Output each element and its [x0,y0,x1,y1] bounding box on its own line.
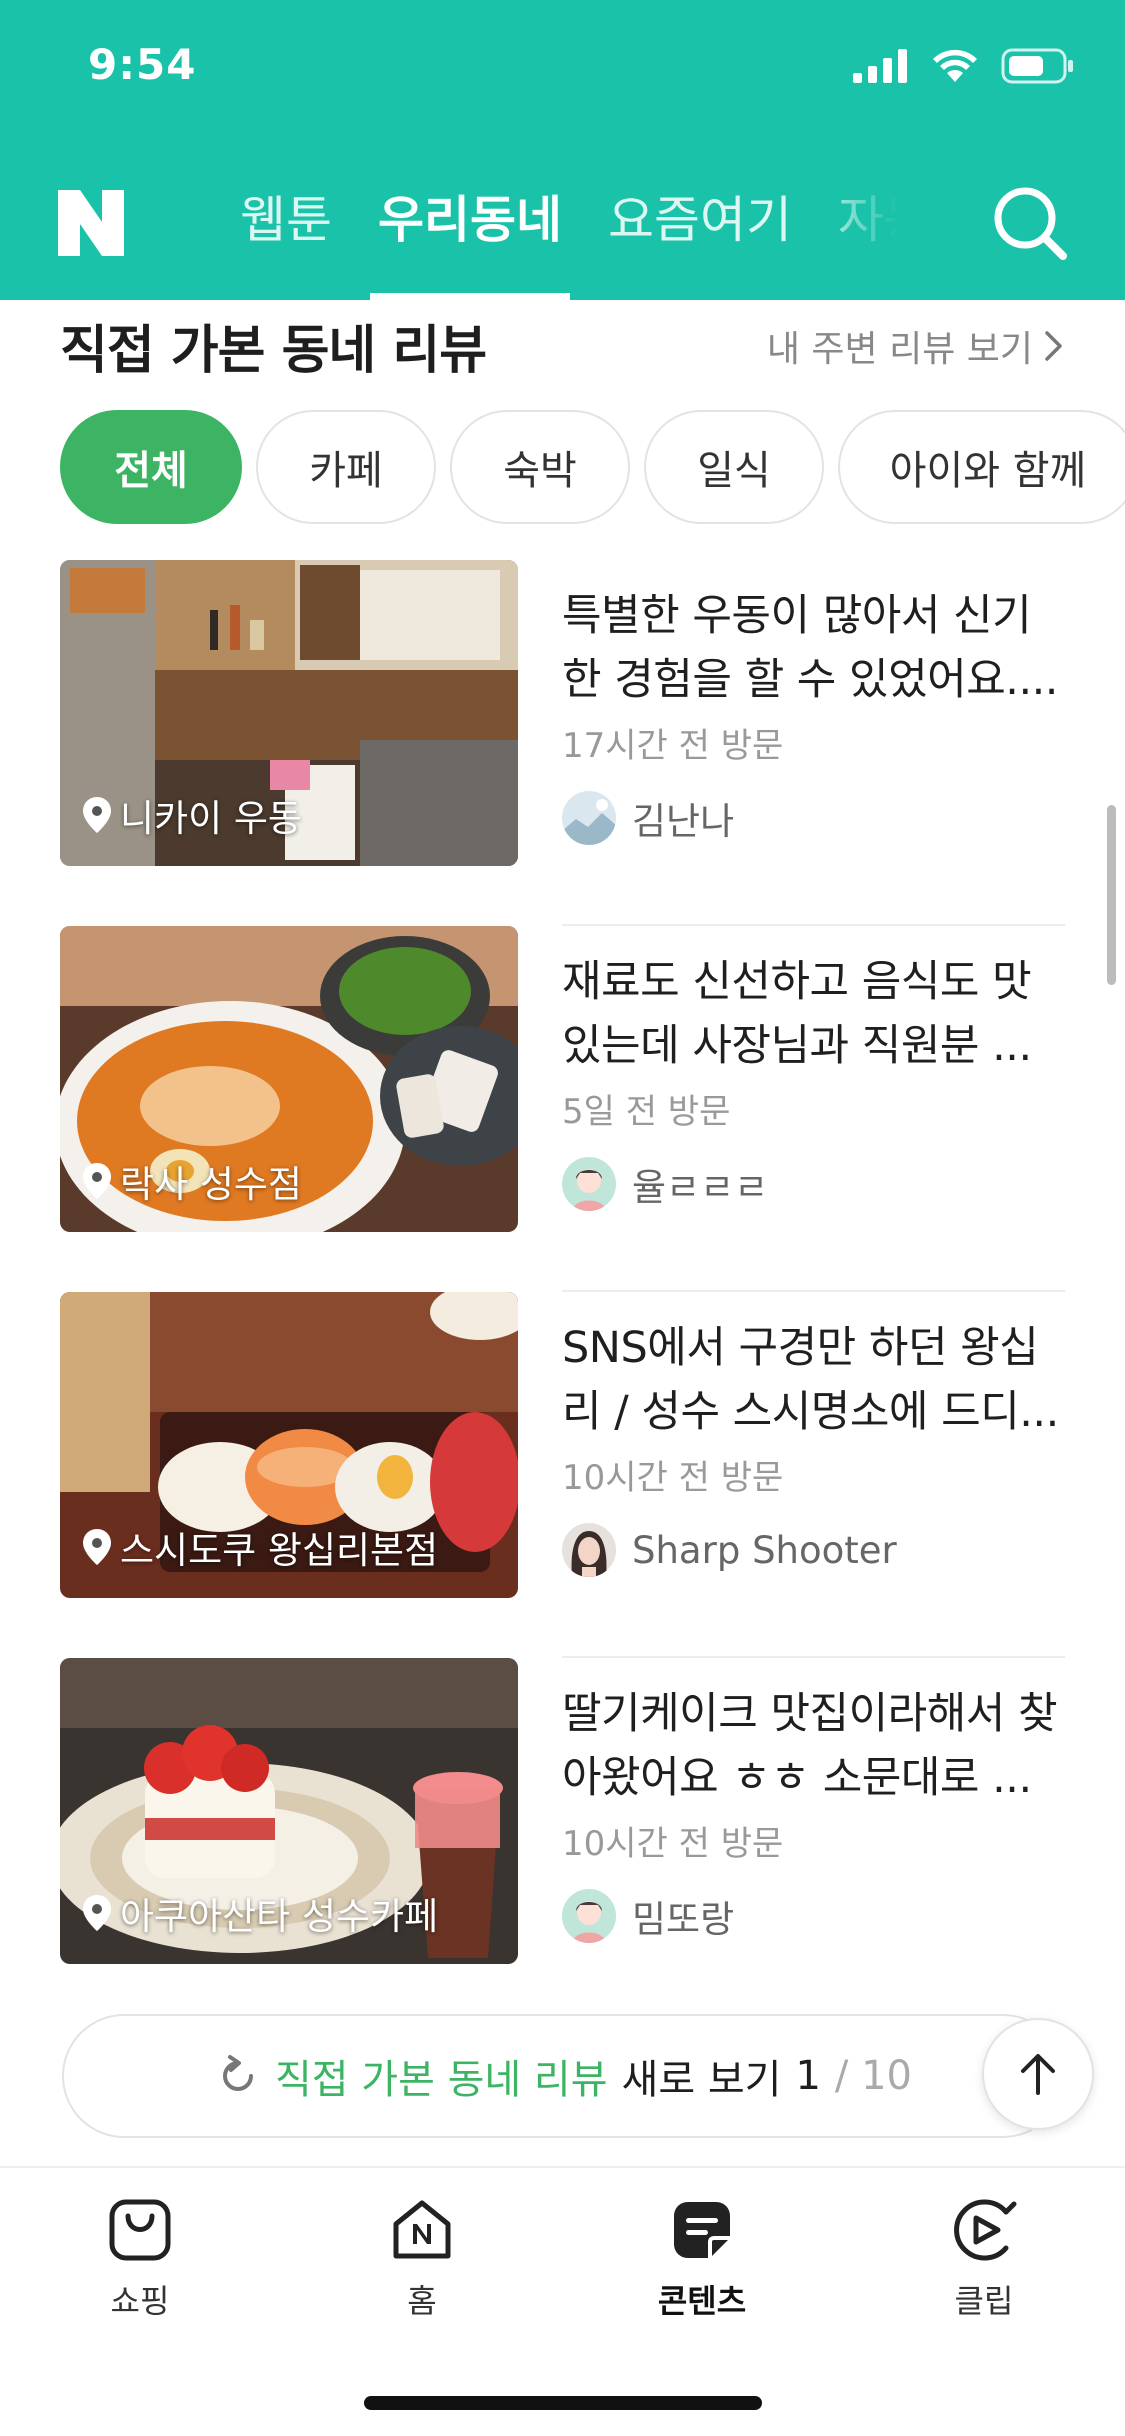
status-time: 9:54 [88,40,197,89]
arrow-up-icon [1021,2054,1055,2095]
review-photo[interactable]: 니카이 우동 [60,560,518,866]
place-label: 스시도쿠 왕십리본점 [82,1520,438,1574]
chip-japanese[interactable]: 일식 [644,410,824,524]
shopping-bag-icon [109,2199,171,2261]
location-pin-icon [83,1529,111,1565]
nav-home-label: 홈 [407,2282,437,2320]
review-title[interactable]: 특별한 우동이 많아서 신기한 경험을 할 수 있었어요.... [562,584,1065,712]
naver-logo-icon[interactable] [58,190,124,256]
author-name: 김난나 [632,800,735,843]
visit-time: 10시간 전 방문 [562,1824,784,1864]
visit-time: 10시간 전 방문 [562,1458,784,1498]
review-list: 니카이 우동 특별한 우동이 많아서 신기한 경험을 할 수 있었어요.... … [60,560,1065,2024]
tab-webtoon[interactable]: 웹툰 [240,160,332,300]
author-name: 밈또랑 [632,1898,735,1941]
chip-with-kids[interactable]: 아이와 함께 [838,410,1125,524]
filter-chips: 전체 카페 숙박 일식 아이와 함께 [60,410,1125,526]
review-photo[interactable]: 아쿠아산타 성수카페 [60,1658,518,1964]
chip-lodging[interactable]: 숙박 [450,410,630,524]
signal-icon [853,49,907,83]
chip-cafe[interactable]: 카페 [256,410,436,524]
place-name: 니카이 우동 [120,797,302,840]
place-label: 락사 성수점 [82,1154,302,1208]
review-author[interactable]: 김난나 [562,791,1065,845]
avatar [562,1157,616,1211]
review-author[interactable]: Sharp Shooter [562,1523,1065,1577]
refresh-reviews-button[interactable]: 직접 가본 동네 리뷰 새로 보기 1 / 10 [62,2014,1065,2138]
nav-contents-label: 콘텐츠 [657,2282,747,2320]
author-name: Sharp Shooter [632,1528,897,1572]
review-photo[interactable]: 락사 성수점 [60,926,518,1232]
home-icon [393,2200,451,2259]
place-label: 아쿠아산타 성수카페 [82,1886,438,1940]
nav-shopping[interactable]: 쇼핑 [60,2198,220,2322]
review-card[interactable]: 스시도쿠 왕십리본점 SNS에서 구경만 하던 왕십리 / 성수 스시명소에 드… [60,1292,1065,1658]
review-body: 특별한 우동이 많아서 신기한 경험을 할 수 있었어요.... 17시간 전 … [562,584,1065,845]
nearby-reviews-label: 내 주변 리뷰 보기 [766,329,1033,370]
review-title[interactable]: 재료도 신선하고 음식도 맛있는데 사장님과 직원분 ... [562,950,1065,1078]
avatar [562,1523,616,1577]
status-bar: 9:54 [0,0,1125,140]
nav-clip[interactable]: 클립 [904,2198,1064,2322]
battery-icon [1001,48,1073,84]
place-label: 니카이 우동 [82,788,302,842]
nearby-reviews-link[interactable]: 내 주변 리뷰 보기 [767,320,1065,372]
review-author[interactable]: 율ㄹㄹㄹ [562,1157,1065,1211]
section-header: 직접 가본 동네 리뷰 내 주변 리뷰 보기 [60,308,1065,381]
wifi-icon [933,49,977,82]
refresh-label: 새로 보기 [621,2057,782,2103]
section-title: 직접 가본 동네 리뷰 [60,321,487,381]
top-header: 9:54 웹툰 우리동네 요즘여기 자동 [0,0,1125,300]
review-body: 재료도 신선하고 음식도 맛있는데 사장님과 직원분 ... 5일 전 방문 율… [562,950,1065,1211]
review-author[interactable]: 밈또랑 [562,1889,1065,1943]
tab-neighborhood[interactable]: 우리동네 [370,160,570,300]
chevron-right-icon [1045,331,1062,361]
review-photo[interactable]: 스시도쿠 왕십리본점 [60,1292,518,1598]
contents-icon [674,2202,730,2258]
scroll-to-top-button[interactable] [982,2018,1094,2130]
avatar [562,791,616,845]
author-name: 율ㄹㄹㄹ [632,1166,769,1209]
review-card[interactable]: 니카이 우동 특별한 우동이 많아서 신기한 경험을 할 수 있었어요.... … [60,560,1065,926]
scrollbar[interactable] [1107,805,1116,985]
location-pin-icon [83,797,111,833]
review-title[interactable]: 딸기케이크 맛집이라해서 찾아왔어요 ㅎㅎ 소문대로 ... [562,1682,1065,1810]
visit-time: 17시간 전 방문 [562,726,784,766]
nav-shopping-label: 쇼핑 [110,2282,170,2320]
category-tabs: 웹툰 우리동네 요즘여기 자동 [220,160,920,300]
refresh-icon [222,2055,253,2091]
status-icons [853,48,1075,84]
place-name: 스시도쿠 왕십리본점 [120,1529,439,1572]
nav-contents[interactable]: 콘텐츠 [622,2198,782,2322]
chip-all[interactable]: 전체 [60,410,242,524]
review-body: 딸기케이크 맛집이라해서 찾아왔어요 ㅎㅎ 소문대로 ... 10시간 전 방문… [562,1682,1065,1943]
search-icon[interactable] [985,178,1075,268]
review-title[interactable]: SNS에서 구경만 하던 왕십리 / 성수 스시명소에 드디... [562,1316,1065,1444]
review-card[interactable]: 아쿠아산타 성수카페 딸기케이크 맛집이라해서 찾아왔어요 ㅎㅎ 소문대로 ..… [60,1658,1065,2024]
clip-icon [954,2199,1017,2261]
place-name: 아쿠아산타 성수카페 [120,1895,439,1938]
location-pin-icon [83,1895,111,1931]
home-indicator [364,2396,762,2410]
review-card[interactable]: 락사 성수점 재료도 신선하고 음식도 맛있는데 사장님과 직원분 ... 5일… [60,926,1065,1292]
visit-time: 5일 전 방문 [562,1092,731,1132]
place-name: 락사 성수점 [120,1163,302,1206]
nav-clip-label: 클립 [954,2282,1014,2320]
refresh-total: / 10 [834,2053,912,2099]
nav-home[interactable]: 홈 [342,2198,502,2322]
location-pin-icon [83,1163,111,1199]
tab-trending[interactable]: 요즘여기 [608,160,792,300]
refresh-highlight: 직접 가본 동네 리뷰 [274,2057,608,2103]
avatar [562,1889,616,1943]
review-body: SNS에서 구경만 하던 왕십리 / 성수 스시명소에 드디... 10시간 전… [562,1316,1065,1577]
main-nav: 웹툰 우리동네 요즘여기 자동 [0,160,1125,300]
tab-auto[interactable]: 자동 [838,160,920,300]
refresh-page: 1 [795,2053,821,2099]
